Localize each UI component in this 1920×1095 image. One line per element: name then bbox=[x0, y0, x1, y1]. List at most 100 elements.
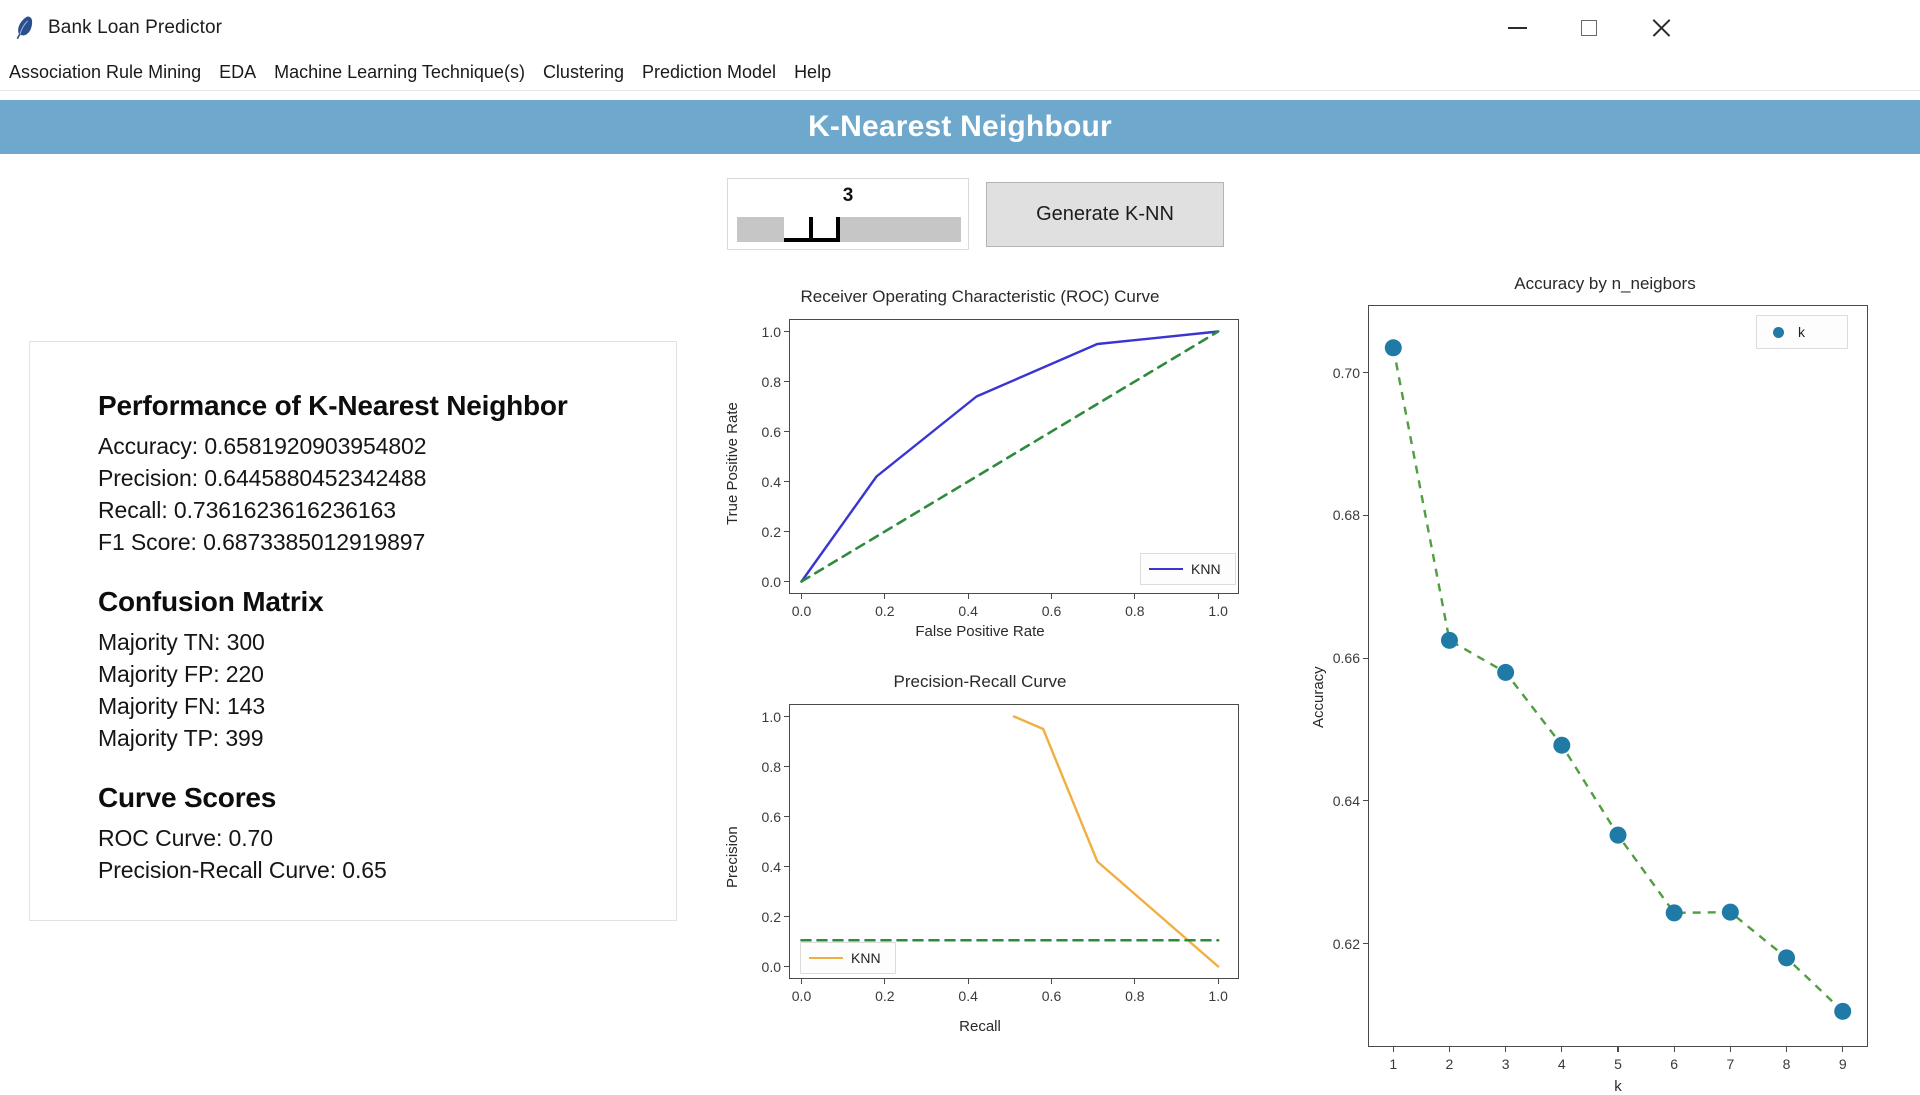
roc-xtick-mark-2 bbox=[967, 594, 969, 599]
pr-legend-label-knn: KNN bbox=[851, 950, 881, 966]
accuracy-xtick-mark-2 bbox=[1505, 1047, 1507, 1052]
accuracy-series-layer bbox=[1384, 339, 1852, 1020]
roc-xtick-label-5: 1.0 bbox=[1208, 603, 1228, 619]
pr-yaxis-label: Precision bbox=[724, 826, 741, 888]
pr-xtick-mark-0 bbox=[800, 979, 803, 984]
minimize-button[interactable] bbox=[1486, 0, 1548, 55]
menu-item-eda[interactable]: EDA bbox=[210, 60, 265, 85]
pr-ytick-label-1: 0.2 bbox=[761, 908, 781, 925]
pr-xtick-label-4: 0.8 bbox=[1125, 988, 1145, 1004]
k-slider-value: 3 bbox=[842, 185, 854, 206]
roc-ytick-label-5: 1.0 bbox=[761, 323, 781, 340]
accuracy-xtick-label-5: 6 bbox=[1670, 1056, 1679, 1072]
confusion-fn: Majority FN: 143 bbox=[98, 693, 266, 719]
menu-item-help[interactable]: Help bbox=[785, 60, 840, 85]
roc-xtick-mark-5 bbox=[1217, 594, 1219, 599]
k-slider-thumb[interactable] bbox=[784, 217, 840, 242]
menu-item-prediction-model[interactable]: Prediction Model bbox=[633, 60, 785, 85]
roc-ytick-label-0: 0.0 bbox=[761, 573, 781, 590]
pr-xaxis-label: Recall bbox=[959, 1018, 1001, 1035]
roc-xaxis-label: False Positive Rate bbox=[915, 623, 1045, 640]
roc-xtick-label-3: 0.6 bbox=[1041, 603, 1062, 619]
performance-heading: Performance of K-Nearest Neighbor bbox=[98, 390, 568, 421]
accuracy-point-k1 bbox=[1384, 339, 1402, 357]
window-title-bar: Bank Loan Predictor bbox=[0, 0, 1920, 55]
accuracy-xtick-mark-0 bbox=[1392, 1047, 1394, 1052]
k-slider[interactable]: 3 bbox=[727, 178, 969, 250]
pr-xtick-mark-4 bbox=[1134, 979, 1136, 984]
accuracy-ytick-mark-1 bbox=[1363, 800, 1368, 802]
accuracy-point-k7 bbox=[1721, 903, 1739, 921]
pr-ytick-label-3: 0.6 bbox=[761, 808, 781, 825]
menu-item-association-rule-mining[interactable]: Association Rule Mining bbox=[0, 60, 210, 85]
accuracy-yaxis-label: Accuracy bbox=[1310, 666, 1327, 728]
menu-item-clustering[interactable]: Clustering bbox=[534, 60, 633, 85]
accuracy-point-k6 bbox=[1665, 904, 1683, 922]
metric-recall: Recall: 0.7361623616236163 bbox=[98, 497, 396, 523]
performance-panel: Performance of K-Nearest Neighbor Accura… bbox=[29, 341, 677, 921]
accuracy-xaxis-label: k bbox=[1614, 1078, 1622, 1095]
roc-yaxis-label: True Positive Rate bbox=[724, 402, 741, 525]
roc-legend-swatch-knn bbox=[1149, 567, 1183, 571]
roc-xtick-mark-1 bbox=[884, 594, 886, 599]
pr-xtick-label-1: 0.2 bbox=[875, 988, 895, 1004]
accuracy-by-neighbors-figure: Accuracy by n_neigbors k Accuracy k 1234… bbox=[1290, 268, 1920, 1095]
accuracy-xtick-label-4: 5 bbox=[1614, 1056, 1622, 1072]
k-slider-track[interactable] bbox=[737, 217, 961, 242]
maximize-button[interactable] bbox=[1558, 0, 1620, 55]
roc-series-layer bbox=[800, 330, 1220, 583]
metric-f1-score: F1 Score: 0.6873385012919897 bbox=[98, 529, 426, 555]
accuracy-ytick-label-2: 0.66 bbox=[1332, 650, 1360, 667]
accuracy-xtick-mark-4 bbox=[1617, 1047, 1619, 1052]
pr-legend-swatch-knn bbox=[809, 956, 843, 960]
roc-ytick-mark-5 bbox=[784, 330, 789, 333]
accuracy-point-k4 bbox=[1553, 736, 1571, 754]
accuracy-xtick-label-1: 2 bbox=[1445, 1056, 1454, 1072]
roc-xtick-mark-3 bbox=[1050, 594, 1053, 599]
roc-ytick-label-1: 0.2 bbox=[761, 523, 781, 540]
roc-legend: KNN bbox=[1140, 553, 1236, 585]
pr-ytick-mark-3 bbox=[784, 815, 789, 818]
roc-legend-label-knn: KNN bbox=[1191, 561, 1221, 577]
close-button[interactable] bbox=[1630, 0, 1692, 55]
pr-xtick-mark-1 bbox=[884, 979, 886, 984]
roc-ytick-mark-0 bbox=[784, 580, 789, 583]
roc-ytick-label-2: 0.4 bbox=[761, 473, 781, 490]
accuracy-xtick-mark-3 bbox=[1561, 1047, 1563, 1052]
accuracy-ytick-label-1: 0.64 bbox=[1332, 792, 1360, 809]
pr-xtick-mark-5 bbox=[1217, 979, 1219, 984]
roc-xtick-mark-4 bbox=[1134, 594, 1136, 599]
accuracy-xtick-label-2: 3 bbox=[1501, 1056, 1510, 1072]
curve-score-pr: Precision-Recall Curve: 0.65 bbox=[98, 857, 387, 883]
roc-ytick-mark-4 bbox=[784, 380, 789, 383]
roc-xtick-label-1: 0.2 bbox=[875, 603, 895, 619]
generate-knn-button[interactable]: Generate K-NN bbox=[986, 182, 1224, 247]
pr-series-KNN bbox=[1012, 715, 1220, 968]
accuracy-xtick-label-0: 1 bbox=[1389, 1056, 1398, 1072]
menu-item-machine-learning-techniques[interactable]: Machine Learning Technique(s) bbox=[265, 60, 534, 85]
roc-series-chance bbox=[800, 330, 1220, 583]
accuracy-xtick-mark-6 bbox=[1729, 1047, 1731, 1052]
accuracy-xtick-mark-1 bbox=[1448, 1047, 1451, 1052]
roc-ytick-label-4: 0.8 bbox=[761, 373, 781, 390]
pr-xtick-mark-2 bbox=[967, 979, 969, 984]
pr-xtick-label-2: 0.4 bbox=[958, 988, 978, 1004]
pr-xtick-mark-3 bbox=[1050, 979, 1053, 984]
accuracy-legend-swatch-k bbox=[1773, 326, 1784, 338]
accuracy-xtick-mark-8 bbox=[1842, 1047, 1844, 1052]
curve-score-roc: ROC Curve: 0.70 bbox=[98, 825, 273, 851]
accuracy-ytick-mark-2 bbox=[1363, 657, 1368, 659]
maximize-icon bbox=[1581, 19, 1597, 36]
metric-accuracy: Accuracy: 0.6581920903954802 bbox=[98, 433, 427, 459]
pr-ytick-mark-2 bbox=[784, 865, 789, 868]
accuracy-xtick-label-3: 4 bbox=[1557, 1056, 1566, 1072]
roc-curve-figure: Receiver Operating Characteristic (ROC) … bbox=[700, 285, 1260, 655]
accuracy-point-k2 bbox=[1440, 631, 1458, 649]
page-title: K-Nearest Neighbour bbox=[808, 110, 1112, 143]
accuracy-legend: k bbox=[1756, 315, 1848, 349]
pr-ytick-mark-5 bbox=[784, 715, 789, 718]
pr-ytick-mark-4 bbox=[784, 765, 789, 768]
accuracy-ytick-mark-4 bbox=[1363, 372, 1368, 374]
accuracy-xtick-label-6: 7 bbox=[1726, 1056, 1735, 1072]
pr-ytick-label-5: 1.0 bbox=[761, 708, 781, 725]
